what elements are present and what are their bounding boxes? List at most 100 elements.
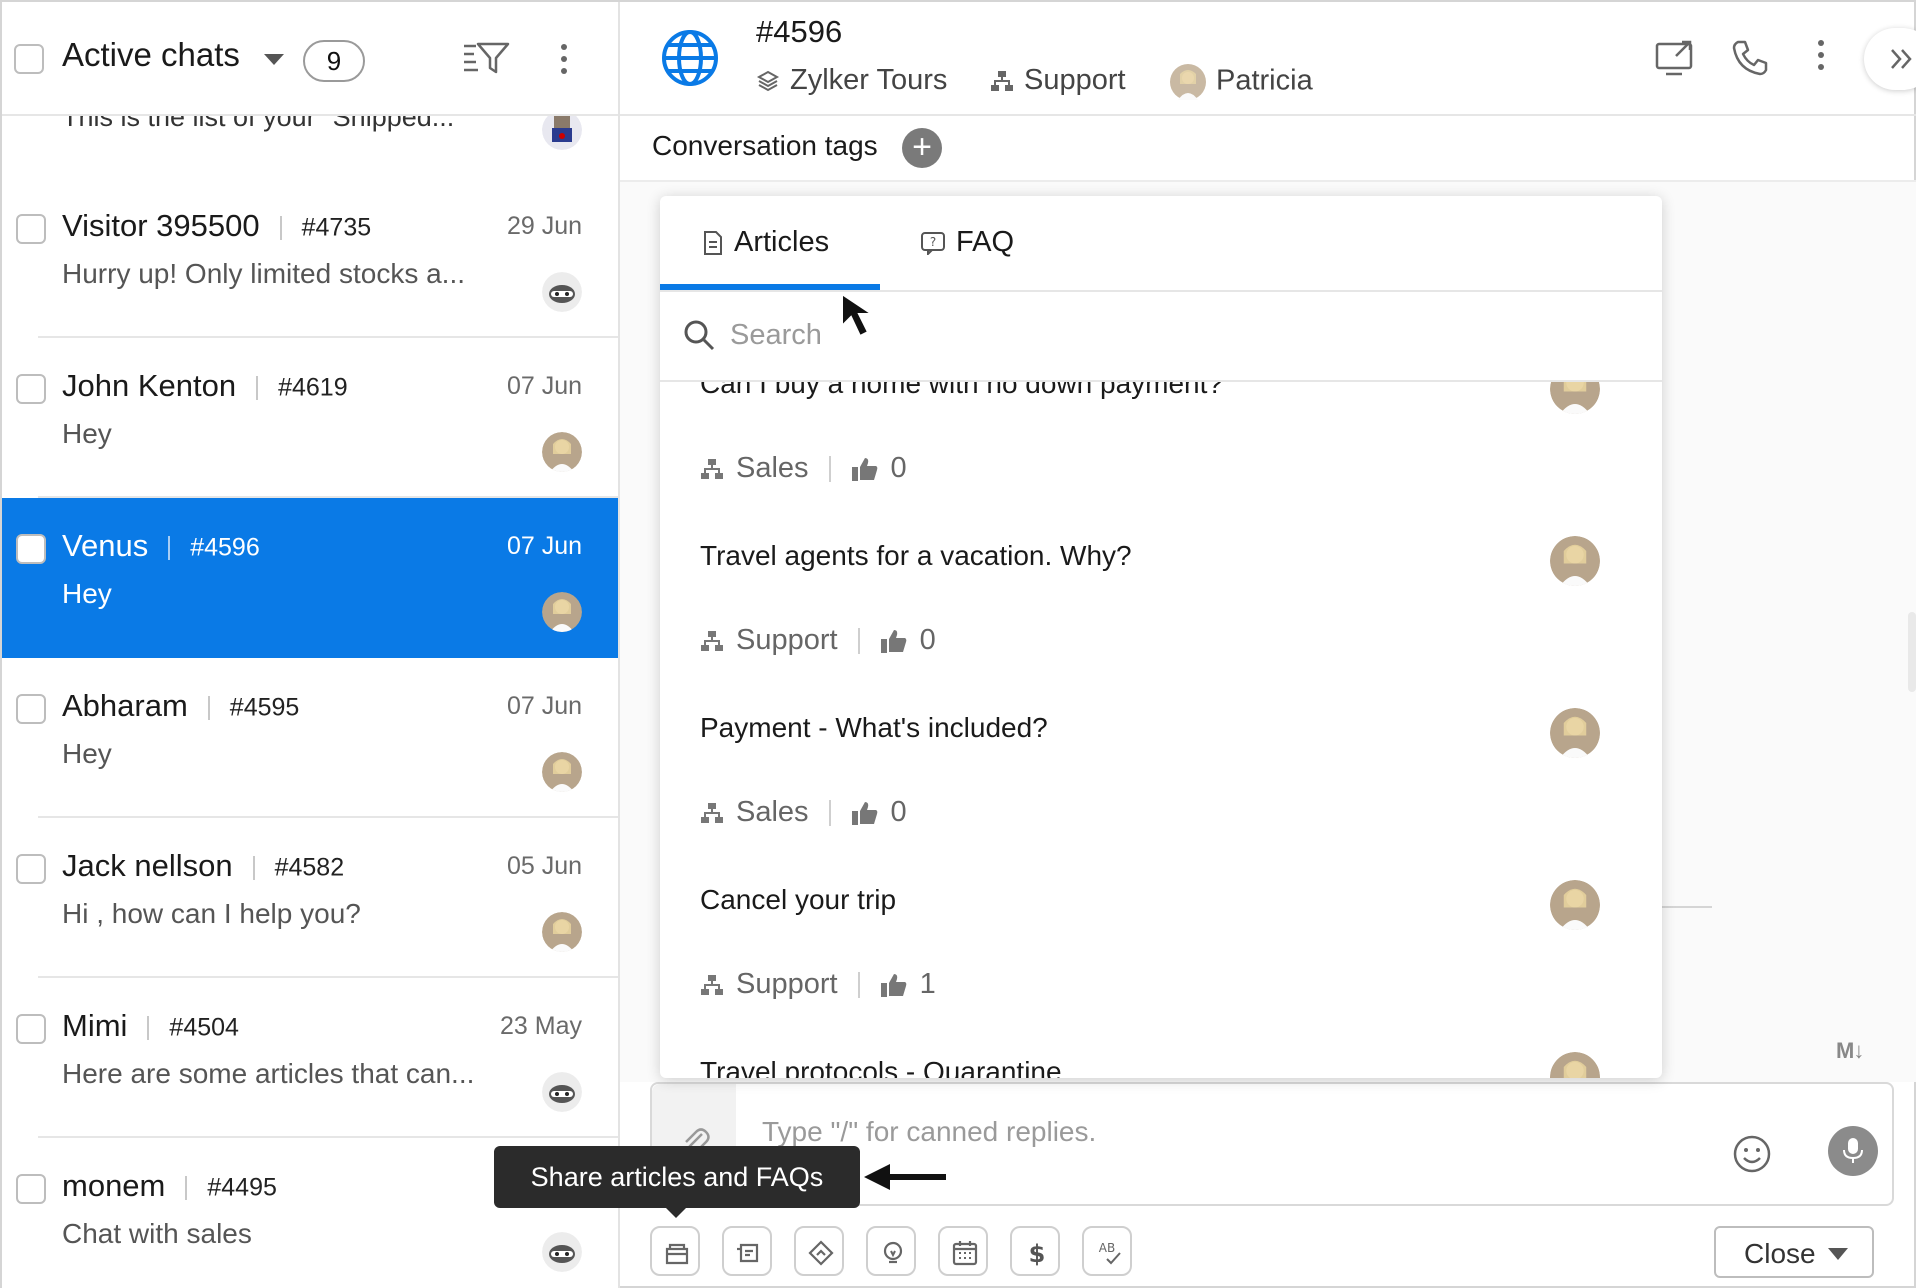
more-options-icon[interactable] <box>1818 40 1826 70</box>
divider <box>857 628 860 655</box>
row-checkbox[interactable] <box>16 1174 46 1204</box>
bot-avatar <box>542 1072 582 1112</box>
microphone-button[interactable] <box>1828 1126 1878 1176</box>
avatar <box>542 110 582 150</box>
article-likes: 1 <box>919 968 936 1000</box>
article-item[interactable]: Travel protocols - Quarantine <box>660 1046 1662 1078</box>
chat-date: 05 Jun <box>506 852 582 880</box>
tab-faq[interactable]: ? FAQ <box>920 226 1014 259</box>
org-chart-icon <box>701 631 723 652</box>
screen-share-icon[interactable] <box>1654 38 1698 78</box>
chat-date: 07 Jun <box>506 692 582 720</box>
row-checkbox[interactable] <box>16 374 46 404</box>
divider <box>828 800 831 827</box>
chat-name: monem #4495 <box>62 1168 277 1204</box>
thumbs-up-icon <box>851 802 877 826</box>
chat-date: 07 Jun <box>506 532 582 560</box>
calendar-button[interactable] <box>938 1226 988 1276</box>
article-likes: 0 <box>919 624 936 656</box>
tab-articles[interactable]: Articles <box>702 226 829 259</box>
conversation-header: #4596 Zylker Tours Support Patricia <box>620 2 1916 116</box>
svg-text:?: ? <box>930 235 936 249</box>
expand-panel-button[interactable] <box>1864 28 1916 90</box>
article-likes: 0 <box>890 796 907 828</box>
more-options-icon[interactable] <box>561 44 569 74</box>
chat-preview: Hey <box>62 738 112 769</box>
chat-date: 07 Jun <box>506 372 582 400</box>
article-item[interactable]: Cancel your trip Support 1 <box>660 874 1662 1046</box>
chat-row[interactable]: Abharam #4595 07 Jun Hey <box>2 658 618 818</box>
faq-icon: ? <box>921 232 945 257</box>
chat-date: 29 Jun <box>506 212 582 240</box>
article-title: Travel agents for a vacation. Why? <box>700 540 1132 571</box>
routing-button[interactable] <box>794 1226 844 1276</box>
microphone-icon <box>1843 1138 1863 1163</box>
canned-response-button[interactable] <box>722 1226 772 1276</box>
row-checkbox[interactable] <box>16 694 46 724</box>
chat-date: 23 May <box>500 1012 582 1040</box>
bot-avatar <box>542 1232 582 1272</box>
chat-preview: Chat with sales <box>62 1218 252 1249</box>
brand-meta: Zylker Tours <box>756 64 947 97</box>
close-chat-button[interactable]: Close <box>1714 1226 1874 1278</box>
article-department: Support <box>736 624 838 656</box>
row-checkbox[interactable] <box>16 534 46 564</box>
canned-icon <box>737 1243 759 1263</box>
visitor-name: Visitor 395500 <box>62 208 260 243</box>
org-chart-icon <box>701 803 723 824</box>
suggestion-button[interactable] <box>866 1226 916 1276</box>
share-articles-button[interactable] <box>650 1226 700 1276</box>
article-item[interactable]: Can I buy a home with no down payment? Sa… <box>660 382 1662 530</box>
conversation-tags-bar: Conversation tags + <box>620 116 1916 182</box>
article-title: Can I buy a home with no down payment? <box>700 382 1223 399</box>
chevron-down-icon[interactable] <box>264 54 284 65</box>
add-tag-button[interactable]: + <box>902 128 942 168</box>
article-department: Sales <box>736 796 809 828</box>
close-button-label: Close <box>1744 1238 1816 1269</box>
routing-icon <box>808 1240 834 1266</box>
article-title: Payment - What's included? <box>700 712 1048 743</box>
author-avatar <box>1550 708 1600 758</box>
row-checkbox[interactable] <box>16 1014 46 1044</box>
divider <box>828 456 831 483</box>
row-checkbox[interactable] <box>16 214 46 244</box>
divider <box>279 215 282 240</box>
visitor-name: Jack nellson <box>62 848 233 883</box>
chat-row[interactable]: Mimi #4504 23 May Here are some articles th… <box>2 978 618 1138</box>
chat-row[interactable]: John Kenton #4619 07 Jun Hey <box>2 338 618 498</box>
chevron-down-icon[interactable] <box>1828 1248 1848 1260</box>
spellcheck-button[interactable]: AB <box>1082 1226 1132 1276</box>
message-input[interactable] <box>762 1110 1662 1154</box>
chat-preview: Hey <box>62 578 112 609</box>
chat-preview: Hi , how can I help you? <box>62 898 361 929</box>
conversation-id: #4596 <box>756 14 843 49</box>
article-item[interactable]: Payment - What's included? Sales 0 <box>660 702 1662 874</box>
chat-id: #4504 <box>169 1013 239 1042</box>
chat-row[interactable]: Venus #4596 07 Jun Hey <box>2 498 618 658</box>
chat-id: #4619 <box>278 373 348 402</box>
article-meta: Support 0 <box>700 624 936 657</box>
layers-icon <box>756 71 780 92</box>
tab-articles-label: Articles <box>734 226 830 258</box>
author-avatar <box>1550 536 1600 586</box>
select-all-checkbox[interactable] <box>14 44 44 74</box>
chat-row[interactable]: Visitor 395500 #4735 29 Jun Hurry up! Only … <box>2 178 618 338</box>
markdown-icon[interactable]: M↓ <box>1836 1038 1864 1064</box>
chevron-double-right-icon <box>1891 49 1912 69</box>
payment-button[interactable]: $ <box>1010 1226 1060 1276</box>
cursor-arrow-icon <box>841 292 876 338</box>
chat-row[interactable]: Jack nellson #4582 05 Jun Hi , how can I he… <box>2 818 618 978</box>
operator-name: Patricia <box>1216 64 1313 97</box>
emoji-icon[interactable] <box>1732 1134 1772 1174</box>
svg-text:AB: AB <box>1099 1241 1115 1255</box>
thumbs-up-icon <box>880 974 906 998</box>
visitor-name: Abharam <box>62 688 188 723</box>
divider <box>256 375 259 400</box>
row-checkbox[interactable] <box>16 854 46 884</box>
active-tab-indicator <box>660 284 880 290</box>
phone-icon[interactable] <box>1730 38 1770 78</box>
scroll-handle[interactable] <box>1908 612 1916 692</box>
chat-list-title[interactable]: Active chats <box>62 36 240 74</box>
filter-icon[interactable] <box>462 40 510 76</box>
article-item[interactable]: Travel agents for a vacation. Why? Suppor… <box>660 530 1662 702</box>
